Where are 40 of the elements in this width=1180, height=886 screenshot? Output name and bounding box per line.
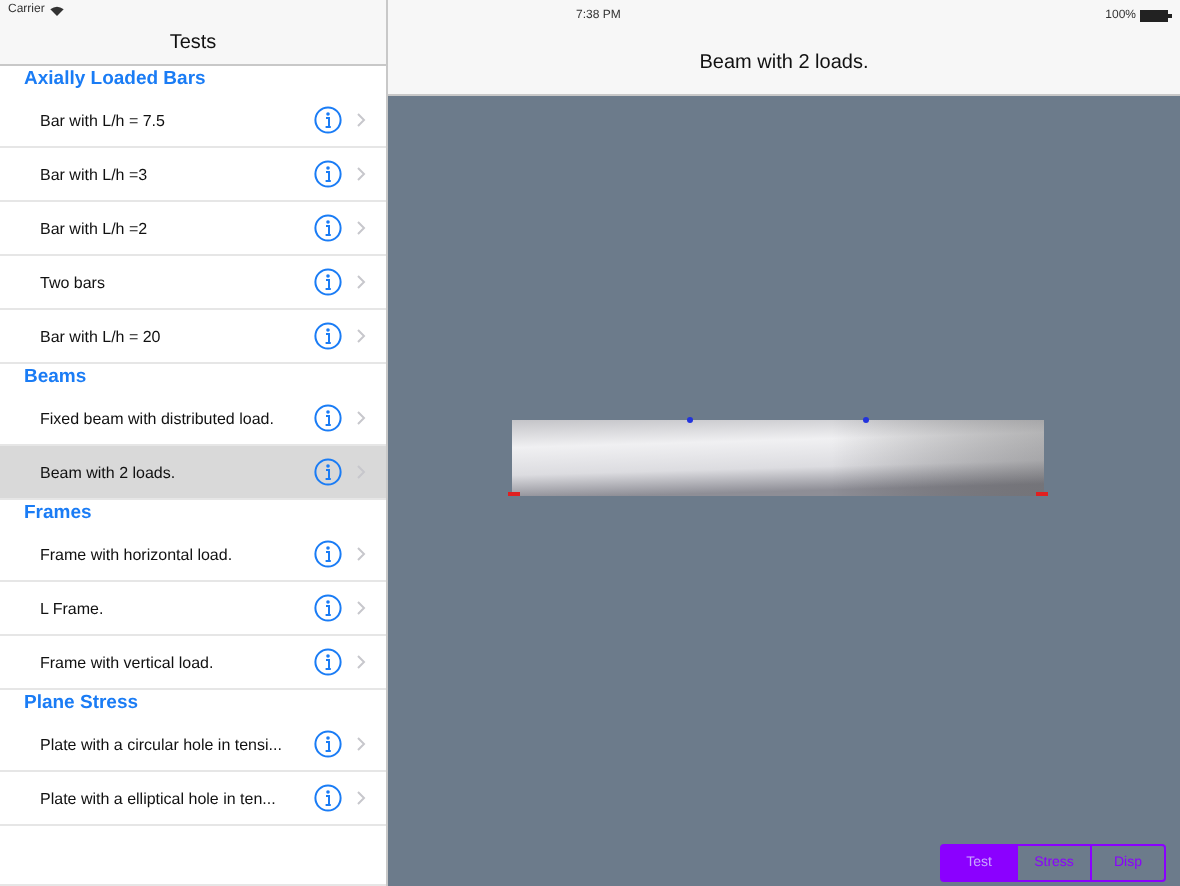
item-label: Frame with vertical load. xyxy=(40,653,216,671)
wifi-icon xyxy=(50,5,65,16)
battery-icon xyxy=(1140,10,1172,22)
chevron-icon xyxy=(356,654,366,670)
chevron-icon xyxy=(356,166,366,182)
chevron-icon xyxy=(356,220,366,236)
item-label: Beam with 2 loads. xyxy=(40,463,178,481)
sidebar-title: Tests xyxy=(169,31,217,54)
info-icon[interactable] xyxy=(314,160,342,188)
item-label: Bar with L/h = 20 xyxy=(40,327,163,345)
item-label: Bar with L/h = 7.5 xyxy=(40,111,167,129)
info-icon[interactable] xyxy=(314,540,342,568)
detail-title: Beam with 2 loads. xyxy=(699,52,869,74)
item-label: Fixed beam with distributed load. xyxy=(40,409,276,427)
info-icon[interactable] xyxy=(314,648,342,676)
info-icon[interactable] xyxy=(314,594,342,622)
item-label: Bar with L/h =3 xyxy=(40,165,150,183)
item-label: L Frame. xyxy=(40,599,106,617)
info-icon[interactable] xyxy=(314,730,342,758)
chevron-icon xyxy=(356,410,366,426)
chevron-icon xyxy=(356,736,366,752)
item-label: Frame with horizontal load. xyxy=(40,545,235,563)
chevron-icon xyxy=(356,328,366,344)
info-icon[interactable] xyxy=(314,106,342,134)
chevron-icon xyxy=(356,790,366,806)
item-label: Two bars xyxy=(40,273,107,291)
chevron-icon xyxy=(356,274,366,290)
info-icon[interactable] xyxy=(314,404,342,432)
item-label: Plate with a elliptical hole in ten... xyxy=(40,789,278,807)
chevron-icon xyxy=(356,112,366,128)
info-icon[interactable] xyxy=(314,458,342,486)
chevron-icon xyxy=(356,546,366,562)
info-icon[interactable] xyxy=(314,214,342,242)
info-icon[interactable] xyxy=(314,268,342,296)
item-label: Bar with L/h =2 xyxy=(40,219,150,237)
info-icon[interactable] xyxy=(314,322,342,350)
list-item[interactable]: Beam with 2 loads. xyxy=(0,446,386,500)
chevron-icon xyxy=(356,600,366,616)
info-icon[interactable] xyxy=(314,784,342,812)
item-label: Plate with a circular hole in tensi... xyxy=(40,735,284,753)
